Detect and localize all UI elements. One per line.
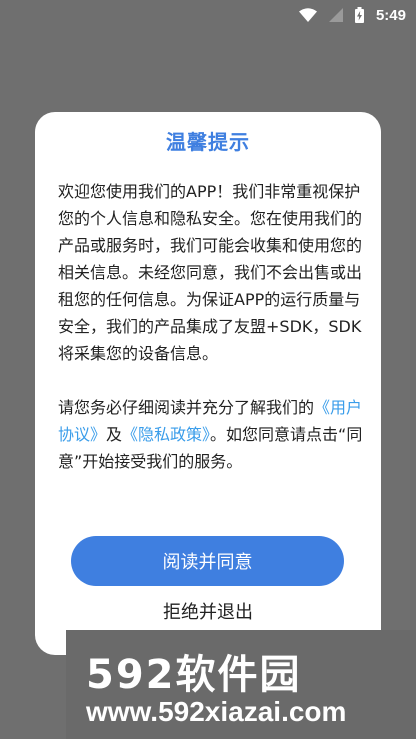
battery-charging-icon — [354, 7, 364, 23]
watermark: 592软件园 www.592xiazai.com — [66, 630, 416, 739]
privacy-dialog: 温馨提示 欢迎您使用我们的APP！我们非常重视保护您的个人信息和隐私安全。您在使… — [35, 112, 381, 655]
agreement-notice: 请您务必仔细阅读并充分了解我们的《用户协议》及《隐私政策》。如您同意请点击“同意… — [58, 394, 364, 475]
watermark-url: www.592xiazai.com — [86, 696, 347, 727]
agreement-intro-text: 请您务必仔细阅读并充分了解我们的 — [58, 398, 315, 417]
dialog-title: 温馨提示 — [166, 130, 250, 154]
dialog-body: 欢迎您使用我们的APP！我们非常重视保护您的个人信息和隐私安全。您在使用我们的产… — [58, 178, 364, 475]
agree-button[interactable]: 阅读并同意 — [71, 536, 344, 586]
status-time: 5:49 — [375, 6, 406, 24]
and-text: 及 — [106, 425, 123, 444]
privacy-notice-text: 欢迎您使用我们的APP！我们非常重视保护您的个人信息和隐私安全。您在使用我们的产… — [58, 182, 363, 363]
reject-exit-button[interactable]: 拒绝并退出 — [35, 598, 381, 628]
cellular-signal-icon — [328, 8, 343, 22]
privacy-policy-link[interactable]: 《隐私政策》 — [122, 425, 210, 444]
status-bar: 5:49 — [0, 0, 416, 30]
wifi-icon — [298, 8, 317, 22]
watermark-brand: 592软件园 — [86, 652, 302, 698]
